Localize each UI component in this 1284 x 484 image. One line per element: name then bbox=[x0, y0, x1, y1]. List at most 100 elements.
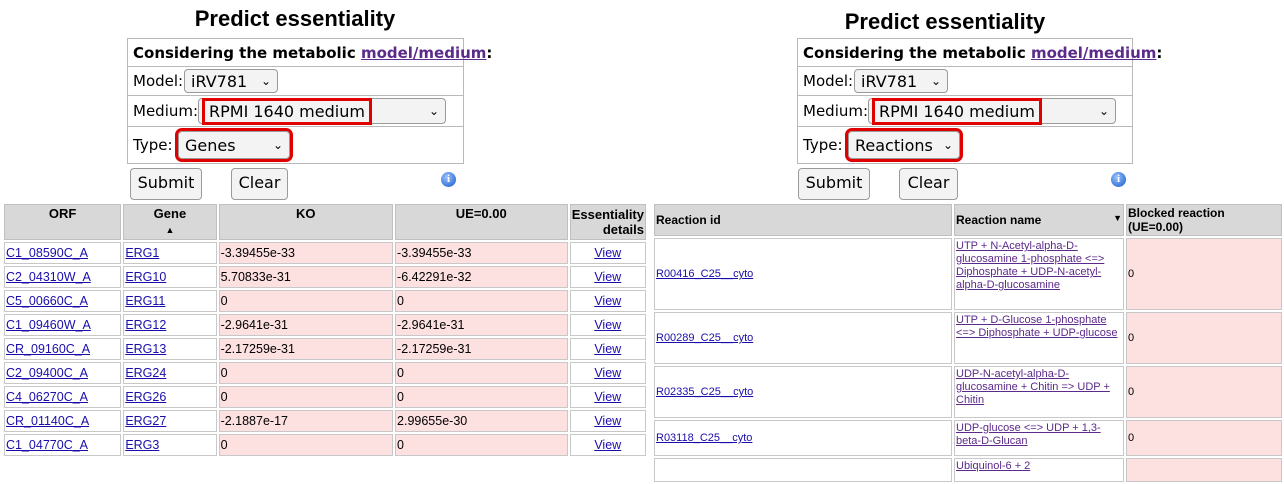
info-icon[interactable]: i bbox=[1111, 172, 1126, 187]
view-link[interactable]: View bbox=[594, 318, 621, 332]
col-header-essentiality-details[interactable]: Essentiality details bbox=[569, 204, 646, 240]
orf-cell[interactable]: CR_09160C_A bbox=[4, 338, 122, 360]
reaction-name-cell[interactable]: UTP + D-Glucose 1-phosphate <=> Diphosph… bbox=[954, 312, 1124, 364]
orf-cell[interactable]: C1_08590C_A bbox=[4, 242, 122, 264]
reaction-id-link[interactable]: R02335_C25__cyto bbox=[656, 386, 753, 398]
reaction-id-link[interactable]: R00289_C25__cyto bbox=[656, 332, 753, 344]
model-select[interactable]: iRV781 ⌄ bbox=[184, 69, 278, 93]
gene-link[interactable]: ERG10 bbox=[125, 270, 166, 284]
gene-link[interactable]: ERG1 bbox=[125, 246, 159, 260]
orf-link[interactable]: C1_04770C_A bbox=[6, 438, 88, 452]
details-cell[interactable]: View bbox=[569, 362, 646, 384]
orf-link[interactable]: C1_08590C_A bbox=[6, 246, 88, 260]
orf-cell[interactable]: C2_04310W_A bbox=[4, 266, 122, 288]
submit-button[interactable]: Submit bbox=[798, 168, 870, 200]
reaction-name-cell[interactable]: Ubiquinol-6 + 2 bbox=[954, 458, 1124, 482]
clear-button[interactable]: Clear bbox=[231, 168, 288, 200]
view-link[interactable]: View bbox=[594, 390, 621, 404]
details-cell[interactable]: View bbox=[569, 410, 646, 432]
model-medium-link[interactable]: model/medium bbox=[1031, 44, 1156, 62]
reaction-name-cell[interactable]: UDP-N-acetyl-alpha-D-glucosamine + Chiti… bbox=[954, 366, 1124, 418]
medium-select[interactable]: RPMI 1640 medium ⌄ bbox=[868, 97, 1116, 125]
col-header-reaction-name[interactable]: Reaction name ▼ bbox=[954, 204, 1124, 236]
info-icon[interactable]: i bbox=[441, 172, 456, 187]
details-cell[interactable]: View bbox=[569, 290, 646, 312]
details-cell[interactable]: View bbox=[569, 242, 646, 264]
details-cell[interactable]: View bbox=[569, 266, 646, 288]
reaction-id-cell[interactable]: R00416_C25__cyto bbox=[654, 238, 952, 310]
gene-cell[interactable]: ERG10 bbox=[123, 266, 217, 288]
orf-cell[interactable]: C1_09460W_A bbox=[4, 314, 122, 336]
gene-cell[interactable]: ERG27 bbox=[123, 410, 217, 432]
view-link[interactable]: View bbox=[594, 366, 621, 380]
reaction-name-link[interactable]: UDP-glucose <=> UDP + 1,3-beta-D-Glucan bbox=[956, 422, 1101, 447]
reaction-name-link[interactable]: UDP-N-acetyl-alpha-D-glucosamine + Chiti… bbox=[956, 368, 1110, 406]
gene-cell[interactable]: ERG3 bbox=[123, 434, 217, 456]
reaction-name-link[interactable]: Ubiquinol-6 + 2 bbox=[956, 460, 1030, 472]
view-link[interactable]: View bbox=[594, 294, 621, 308]
orf-link[interactable]: CR_09160C_A bbox=[6, 342, 90, 356]
model-select[interactable]: iRV781 ⌄ bbox=[854, 69, 948, 93]
reaction-id-link[interactable]: R00416_C25__cyto bbox=[656, 268, 753, 280]
gene-link[interactable]: ERG11 bbox=[125, 294, 165, 308]
orf-cell[interactable]: C5_00660C_A bbox=[4, 290, 122, 312]
gene-link[interactable]: ERG24 bbox=[125, 366, 166, 380]
view-link[interactable]: View bbox=[594, 342, 621, 356]
gene-cell[interactable]: ERG24 bbox=[123, 362, 217, 384]
gene-cell[interactable]: ERG13 bbox=[123, 338, 217, 360]
gene-link[interactable]: ERG12 bbox=[125, 318, 166, 332]
gene-link[interactable]: ERG27 bbox=[125, 414, 166, 428]
submit-button[interactable]: Submit bbox=[130, 168, 202, 200]
reaction-id-link[interactable]: R03118_C25__cyto bbox=[656, 432, 752, 444]
page-title: Predict essentiality bbox=[194, 6, 396, 31]
type-select[interactable]: Reactions ⌄ bbox=[845, 128, 963, 162]
ko-cell: 5.70833e-31 bbox=[218, 266, 394, 288]
reaction-id-cell[interactable]: R03118_C25__cyto bbox=[654, 420, 952, 456]
medium-row: Medium: RPMI 1640 medium ⌄ bbox=[798, 95, 1132, 125]
reaction-id-cell[interactable] bbox=[654, 458, 952, 482]
gene-cell[interactable]: ERG11 bbox=[123, 290, 217, 312]
details-cell[interactable]: View bbox=[569, 386, 646, 408]
view-link[interactable]: View bbox=[594, 438, 621, 452]
details-cell[interactable]: View bbox=[569, 434, 646, 456]
col-header-reaction-id[interactable]: Reaction id bbox=[654, 204, 952, 236]
reaction-id-cell[interactable]: R02335_C25__cyto bbox=[654, 366, 952, 418]
col-header-gene[interactable]: Gene ▲ bbox=[123, 204, 217, 240]
reaction-name-cell[interactable]: UTP + N-Acetyl-alpha-D-glucosamine 1-pho… bbox=[954, 238, 1124, 310]
gene-link[interactable]: ERG13 bbox=[125, 342, 166, 356]
model-medium-link[interactable]: model/medium bbox=[361, 44, 486, 62]
type-select[interactable]: Genes ⌄ bbox=[175, 128, 293, 162]
orf-link[interactable]: C4_06270C_A bbox=[6, 390, 88, 404]
medium-select[interactable]: RPMI 1640 medium ⌄ bbox=[198, 97, 446, 125]
reaction-name-link[interactable]: UTP + D-Glucose 1-phosphate <=> Diphosph… bbox=[956, 314, 1117, 339]
col-header-ue[interactable]: UE=0.00 bbox=[395, 204, 568, 240]
clear-button[interactable]: Clear bbox=[899, 168, 958, 200]
reaction-name-cell[interactable]: UDP-glucose <=> UDP + 1,3-beta-D-Glucan bbox=[954, 420, 1124, 456]
gene-cell[interactable]: ERG12 bbox=[123, 314, 217, 336]
orf-cell[interactable]: C1_04770C_A bbox=[4, 434, 122, 456]
view-link[interactable]: View bbox=[594, 270, 621, 284]
gene-link[interactable]: ERG26 bbox=[125, 390, 166, 404]
orf-link[interactable]: C5_00660C_A bbox=[6, 294, 88, 308]
gene-cell[interactable]: ERG1 bbox=[123, 242, 217, 264]
view-link[interactable]: View bbox=[594, 414, 621, 428]
orf-cell[interactable]: C4_06270C_A bbox=[4, 386, 122, 408]
orf-link[interactable]: CR_01140C_A bbox=[6, 414, 89, 428]
ko-cell: -2.9641e-31 bbox=[218, 314, 394, 336]
col-header-blocked-reaction[interactable]: Blocked reaction (UE=0.00) bbox=[1126, 204, 1282, 236]
gene-cell[interactable]: ERG26 bbox=[123, 386, 217, 408]
details-cell[interactable]: View bbox=[569, 338, 646, 360]
blocked-cell: 0 bbox=[1126, 420, 1282, 456]
orf-link[interactable]: C2_09400C_A bbox=[6, 366, 88, 380]
reaction-name-link[interactable]: UTP + N-Acetyl-alpha-D-glucosamine 1-pho… bbox=[956, 240, 1104, 291]
reaction-id-cell[interactable]: R00289_C25__cyto bbox=[654, 312, 952, 364]
view-link[interactable]: View bbox=[594, 246, 621, 260]
orf-link[interactable]: C2_04310W_A bbox=[6, 270, 91, 284]
orf-link[interactable]: C1_09460W_A bbox=[6, 318, 91, 332]
details-cell[interactable]: View bbox=[569, 314, 646, 336]
orf-cell[interactable]: C2_09400C_A bbox=[4, 362, 122, 384]
gene-link[interactable]: ERG3 bbox=[125, 438, 159, 452]
col-header-orf[interactable]: ORF bbox=[4, 204, 122, 240]
orf-cell[interactable]: CR_01140C_A bbox=[4, 410, 122, 432]
col-header-ko[interactable]: KO bbox=[218, 204, 394, 240]
